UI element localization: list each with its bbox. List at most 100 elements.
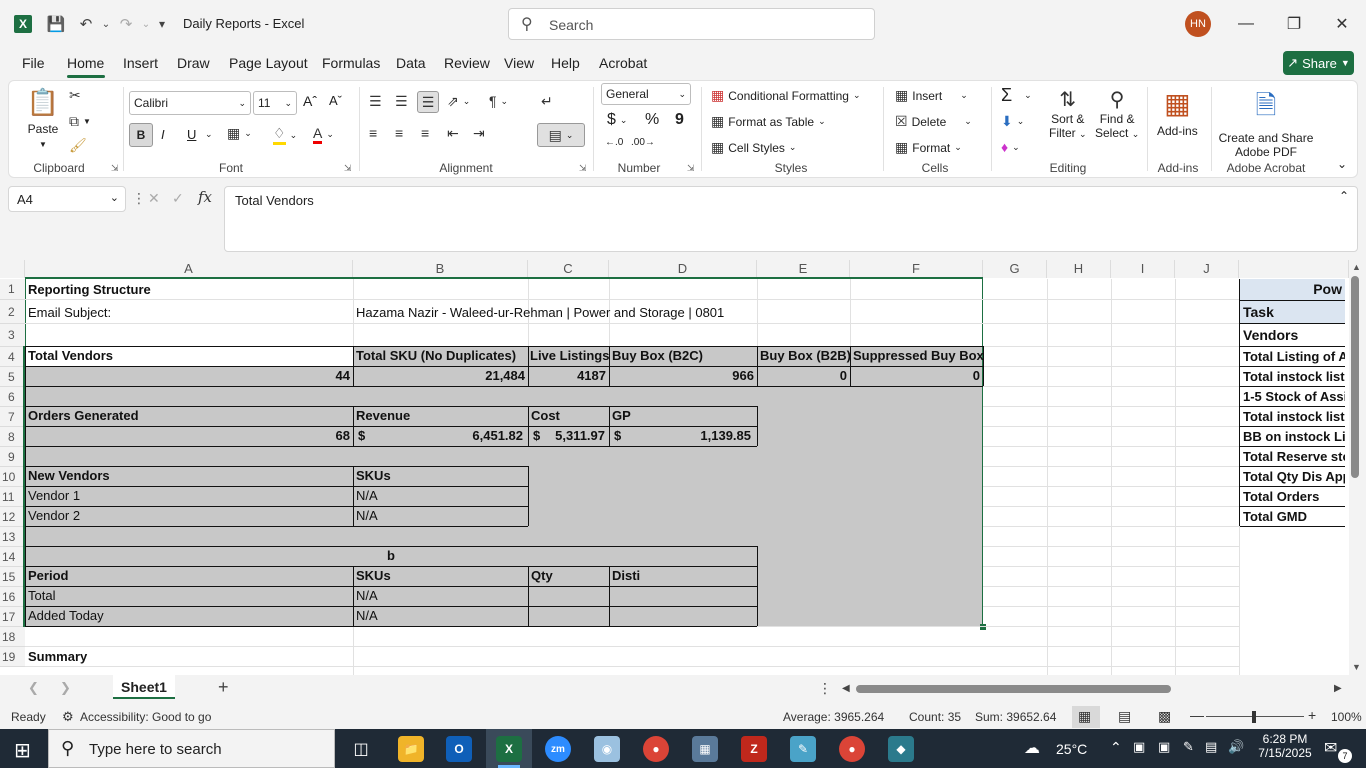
column-header-k[interactable]	[1239, 260, 1349, 278]
row-header[interactable]: 16	[0, 587, 25, 607]
accessibility-status[interactable]: Accessibility: Good to go	[80, 710, 211, 724]
cell-b15[interactable]: SKUs	[353, 566, 528, 585]
row-header[interactable]: 3	[0, 324, 25, 347]
chrome-profile-icon[interactable]: ●	[839, 736, 865, 762]
file-explorer-icon[interactable]: 📁	[398, 736, 424, 762]
tab-formulas[interactable]: Formulas	[322, 55, 380, 71]
show-hidden-icons[interactable]: ⌃	[1110, 739, 1122, 756]
row-header[interactable]: 2	[0, 300, 25, 324]
bold-button[interactable]: B	[129, 123, 153, 147]
align-middle-icon[interactable]: ☰	[395, 93, 408, 110]
row-header[interactable]: 7	[0, 407, 25, 427]
currency-button[interactable]: $ ⌄	[607, 111, 627, 129]
cell-c8[interactable]: 5,311.97	[544, 426, 608, 445]
name-box[interactable]: A4 ⌄	[8, 186, 126, 212]
cell-b5[interactable]: 21,484	[353, 366, 528, 385]
scroll-down-icon[interactable]: ▼	[1352, 662, 1361, 672]
page-break-view-icon[interactable]: ▩	[1158, 708, 1171, 725]
cell-c15[interactable]: Qty	[528, 566, 609, 585]
cell-b11[interactable]: N/A	[353, 486, 528, 505]
font-launcher-icon[interactable]: ⇲	[344, 163, 352, 174]
number-launcher-icon[interactable]: ⇲	[687, 163, 695, 174]
column-header-i[interactable]: I	[1111, 260, 1175, 278]
column-header-f[interactable]: F	[850, 260, 983, 278]
align-top-icon[interactable]: ☰	[369, 93, 382, 110]
cell-c5[interactable]: 4187	[528, 366, 609, 385]
tab-acrobat[interactable]: Acrobat	[599, 55, 647, 71]
cut-icon[interactable]: ✂	[69, 87, 81, 104]
cell-b16[interactable]: N/A	[353, 586, 528, 605]
cell-b7[interactable]: Revenue	[353, 406, 528, 425]
create-share-pdf-button[interactable]: 🗎 Create and Share Adobe PDF	[1219, 87, 1314, 159]
number-format-select[interactable]: General ⌄	[601, 83, 691, 105]
cell-f4[interactable]: Suppressed Buy Box	[850, 346, 983, 365]
weather-temperature[interactable]: 25°C	[1056, 741, 1087, 757]
align-left-icon[interactable]: ≡	[369, 125, 377, 141]
tab-insert[interactable]: Insert	[123, 55, 158, 71]
cell-e4[interactable]: Buy Box (B2B)	[757, 346, 850, 365]
sort-filter-button[interactable]: ⇅ Sort & Filter ⌄	[1049, 87, 1087, 140]
row-header[interactable]: 5	[0, 367, 25, 387]
status-sum[interactable]: Sum: 39652.64	[975, 710, 1056, 724]
column-header-g[interactable]: G	[983, 260, 1047, 278]
comma-style-button[interactable]: 9	[675, 111, 684, 129]
font-name-select[interactable]: Calibri ⌄	[129, 91, 251, 115]
cell-a4[interactable]: Total Vendors	[25, 346, 353, 365]
align-right-icon[interactable]: ≡	[421, 125, 429, 141]
cell-a16[interactable]: Total	[25, 586, 353, 605]
side-table-row[interactable]: 1-5 Stock of Assig	[1240, 387, 1345, 407]
prev-sheet-icon[interactable]: ❮	[28, 680, 39, 696]
tab-help[interactable]: Help	[551, 55, 580, 71]
format-as-table-button[interactable]: ▦ Format as Table ⌄	[711, 113, 826, 130]
cell-a14[interactable]: b	[25, 546, 757, 565]
paint-app-icon[interactable]: ◉	[594, 736, 620, 762]
avatar[interactable]: HN	[1185, 11, 1211, 37]
zoom-in-icon[interactable]: +	[1308, 707, 1316, 723]
clipboard-launcher-icon[interactable]: ⇲	[111, 163, 119, 174]
vertical-scroll-thumb[interactable]	[1351, 276, 1359, 478]
next-sheet-icon[interactable]: ❯	[60, 680, 71, 696]
sheet-tab-sheet1[interactable]: Sheet1	[113, 675, 175, 699]
autosum-icon[interactable]: Σ ⌄	[1001, 85, 1032, 106]
outlook-icon[interactable]: O	[446, 736, 472, 762]
row-header[interactable]: 8	[0, 427, 25, 447]
minimize-icon[interactable]: —	[1234, 12, 1258, 36]
zoom-level[interactable]: 100%	[1331, 710, 1362, 724]
clear-icon[interactable]: ♦ ⌄	[1001, 139, 1020, 155]
more-options-icon[interactable]: ⋮	[132, 190, 146, 207]
zoom-app-icon[interactable]: zm	[545, 736, 571, 762]
tray-network-device-icon[interactable]: ▣	[1158, 739, 1170, 755]
paragraph-direction-icon[interactable]: ¶ ⌄	[489, 93, 508, 109]
side-table-row[interactable]: Total instock listi	[1240, 407, 1345, 427]
app-icon[interactable]: ◆	[888, 736, 914, 762]
increase-indent-icon[interactable]: ⇥	[473, 125, 485, 142]
cell-a11[interactable]: Vendor 1	[25, 486, 353, 505]
cancel-entry-icon[interactable]: ✕	[148, 190, 160, 207]
cell-a12[interactable]: Vendor 2	[25, 506, 353, 525]
row-header[interactable]: 11	[0, 487, 25, 507]
side-table-row[interactable]: Total Reserve sto	[1240, 447, 1345, 467]
cell-e5[interactable]: 0	[757, 366, 850, 385]
taskbar-search-input[interactable]: ⚲ Type here to search	[48, 729, 335, 768]
side-table-row[interactable]: Total Orders	[1240, 487, 1345, 507]
delete-cells-button[interactable]: ☒ Delete ⌄	[895, 113, 972, 130]
volume-icon[interactable]: 🔊	[1228, 739, 1244, 755]
italic-button[interactable]: I	[161, 127, 165, 142]
status-count[interactable]: Count: 35	[909, 710, 961, 724]
cell-d4[interactable]: Buy Box (B2C)	[609, 346, 757, 365]
row-header[interactable]: 18	[0, 627, 25, 647]
cell-c7[interactable]: Cost	[528, 406, 609, 425]
more-options-icon[interactable]: ⋮	[818, 680, 832, 697]
insert-function-icon[interactable]: fx	[198, 188, 212, 206]
cell-d7[interactable]: GP	[609, 406, 757, 425]
formula-input[interactable]: Total Vendors ⌃	[224, 186, 1358, 252]
row-header[interactable]: 19	[0, 647, 25, 667]
row-header[interactable]: 14	[0, 547, 25, 567]
cell-b2[interactable]: Hazama Nazir - Waleed-ur-Rehman | Power …	[353, 303, 853, 322]
column-header-j[interactable]: J	[1175, 260, 1239, 278]
save-icon[interactable]: 💾	[46, 14, 66, 34]
alignment-launcher-icon[interactable]: ⇲	[579, 163, 587, 174]
tray-app-icon[interactable]: ▣	[1133, 739, 1145, 755]
collapse-formula-icon[interactable]: ⌃	[1339, 189, 1349, 203]
cell-b4[interactable]: Total SKU (No Duplicates)	[353, 346, 528, 365]
